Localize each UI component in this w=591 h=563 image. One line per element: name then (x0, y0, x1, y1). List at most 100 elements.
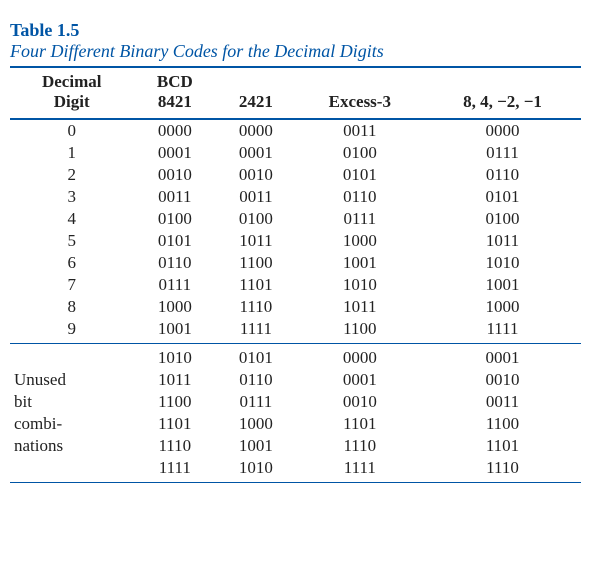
table-row: 1010010100000001 (10, 344, 581, 370)
cell-d: 0 (10, 119, 133, 142)
cell-ex3: 1000 (296, 230, 424, 252)
cell-bcd: 1101 (133, 413, 216, 435)
cell-c84m2m1: 1010 (424, 252, 581, 274)
col-header-excess3: Excess-3 (296, 67, 424, 119)
cell-c84m2m1: 1000 (424, 296, 581, 318)
cell-d: 5 (10, 230, 133, 252)
cell-c84m2m1: 0100 (424, 208, 581, 230)
cell-d: 7 (10, 274, 133, 296)
cell-ex3: 0001 (296, 369, 424, 391)
table-row: 70111110110101001 (10, 274, 581, 296)
unused-label-line (10, 344, 133, 370)
col-header-decimal: Decimal Digit (10, 67, 133, 119)
unused-label-line: bit (10, 391, 133, 413)
cell-ex3: 1110 (296, 435, 424, 457)
col-header-decimal-l1: Decimal (42, 72, 101, 91)
cell-ex3: 0000 (296, 344, 424, 370)
table-row: 20010001001010110 (10, 164, 581, 186)
cell-bcd: 1111 (133, 457, 216, 483)
cell-d: 3 (10, 186, 133, 208)
table-row: Unused1011011000010010 (10, 369, 581, 391)
cell-bcd: 1010 (133, 344, 216, 370)
cell-c84m2m1: 0010 (424, 369, 581, 391)
table-row: 40100010001110100 (10, 208, 581, 230)
cell-c84m2m1: 1101 (424, 435, 581, 457)
cell-bcd: 0101 (133, 230, 216, 252)
cell-d: 4 (10, 208, 133, 230)
table-row: 00000000000110000 (10, 119, 581, 142)
cell-c84m2m1: 0111 (424, 142, 581, 164)
cell-bcd: 0001 (133, 142, 216, 164)
cell-c84m2m1: 1100 (424, 413, 581, 435)
cell-c2421: 1000 (216, 413, 295, 435)
cell-c2421: 1011 (216, 230, 295, 252)
cell-c84m2m1: 1001 (424, 274, 581, 296)
cell-ex3: 1100 (296, 318, 424, 344)
cell-ex3: 0101 (296, 164, 424, 186)
cell-ex3: 1101 (296, 413, 424, 435)
table-row: bit1100011100100011 (10, 391, 581, 413)
col-header-bcd-l1: BCD (157, 72, 193, 91)
cell-c84m2m1: 0110 (424, 164, 581, 186)
table-row: nations1110100111101101 (10, 435, 581, 457)
binary-codes-table: Decimal Digit BCD 8421 2421 Excess-3 8, … (10, 66, 581, 483)
cell-d: 8 (10, 296, 133, 318)
table-row: 60110110010011010 (10, 252, 581, 274)
table-title: Four Different Binary Codes for the Deci… (10, 41, 581, 62)
table-label: Table 1.5 (10, 20, 581, 41)
cell-c2421: 1001 (216, 435, 295, 457)
cell-d: 9 (10, 318, 133, 344)
cell-c2421: 0110 (216, 369, 295, 391)
cell-c84m2m1: 1111 (424, 318, 581, 344)
cell-bcd: 0011 (133, 186, 216, 208)
table-row: 81000111010111000 (10, 296, 581, 318)
cell-c2421: 1101 (216, 274, 295, 296)
cell-ex3: 1011 (296, 296, 424, 318)
cell-c84m2m1: 0011 (424, 391, 581, 413)
cell-c2421: 1110 (216, 296, 295, 318)
table-row: 50101101110001011 (10, 230, 581, 252)
cell-bcd: 0110 (133, 252, 216, 274)
table-row: 1111101011111110 (10, 457, 581, 483)
cell-bcd: 0111 (133, 274, 216, 296)
cell-bcd: 0100 (133, 208, 216, 230)
col-header-84m2m1: 8, 4, −2, −1 (424, 67, 581, 119)
table-row: 10001000101000111 (10, 142, 581, 164)
cell-c2421: 1010 (216, 457, 295, 483)
cell-ex3: 1111 (296, 457, 424, 483)
col-header-bcd: BCD 8421 (133, 67, 216, 119)
col-header-2421: 2421 (216, 67, 295, 119)
cell-ex3: 1001 (296, 252, 424, 274)
cell-c2421: 0101 (216, 344, 295, 370)
unused-label-line: nations (10, 435, 133, 457)
cell-ex3: 0010 (296, 391, 424, 413)
cell-ex3: 0110 (296, 186, 424, 208)
cell-d: 6 (10, 252, 133, 274)
cell-bcd: 1011 (133, 369, 216, 391)
cell-ex3: 1010 (296, 274, 424, 296)
cell-c84m2m1: 0101 (424, 186, 581, 208)
cell-ex3: 0111 (296, 208, 424, 230)
cell-c84m2m1: 1011 (424, 230, 581, 252)
cell-c2421: 1111 (216, 318, 295, 344)
cell-d: 2 (10, 164, 133, 186)
cell-ex3: 0100 (296, 142, 424, 164)
table-row: 91001111111001111 (10, 318, 581, 344)
table-row: 30011001101100101 (10, 186, 581, 208)
cell-bcd: 1001 (133, 318, 216, 344)
cell-c2421: 1100 (216, 252, 295, 274)
cell-c2421: 0100 (216, 208, 295, 230)
cell-c2421: 0010 (216, 164, 295, 186)
unused-label-line: combi- (10, 413, 133, 435)
cell-c84m2m1: 1110 (424, 457, 581, 483)
cell-bcd: 0010 (133, 164, 216, 186)
cell-c2421: 0111 (216, 391, 295, 413)
cell-c2421: 0000 (216, 119, 295, 142)
col-header-bcd-l2: 8421 (158, 92, 192, 111)
cell-bcd: 1110 (133, 435, 216, 457)
cell-c2421: 0001 (216, 142, 295, 164)
cell-c2421: 0011 (216, 186, 295, 208)
unused-label-line: Unused (10, 369, 133, 391)
col-header-decimal-l2: Digit (54, 92, 90, 111)
cell-bcd: 0000 (133, 119, 216, 142)
